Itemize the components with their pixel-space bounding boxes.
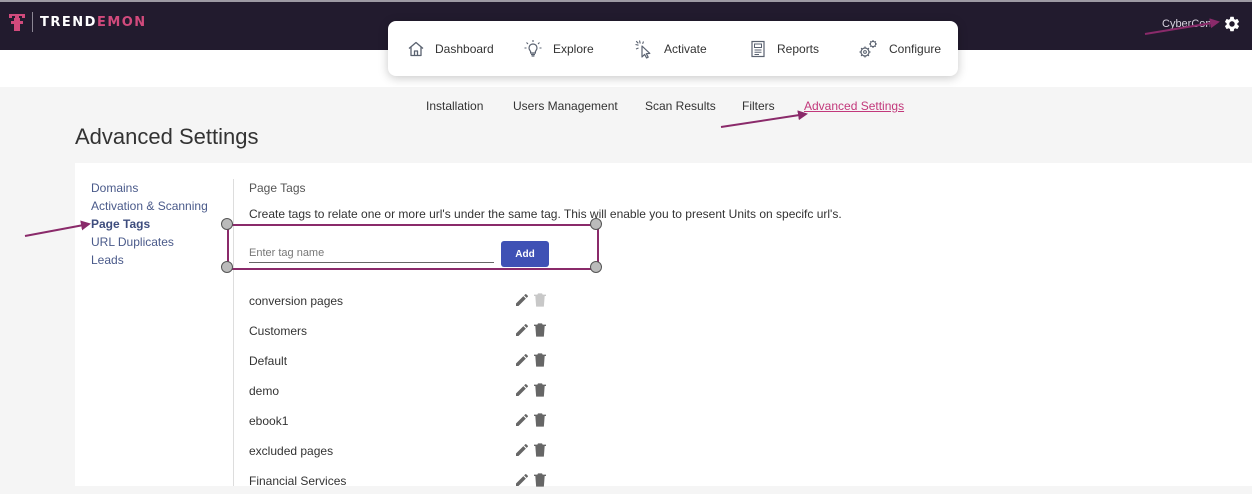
tag-row: Customers bbox=[249, 322, 569, 344]
edit-pencil-icon[interactable] bbox=[514, 412, 530, 428]
nav-label: Activate bbox=[664, 41, 707, 56]
lightbulb-icon bbox=[524, 39, 542, 57]
edit-pencil-icon[interactable] bbox=[514, 292, 530, 308]
subnav-scan-results[interactable]: Scan Results bbox=[645, 99, 716, 113]
delete-trash-icon[interactable] bbox=[533, 412, 547, 428]
subnav-advanced-settings[interactable]: Advanced Settings bbox=[804, 99, 904, 113]
subnav-filters[interactable]: Filters bbox=[742, 99, 775, 113]
gears-icon bbox=[859, 39, 877, 57]
top-edge bbox=[0, 0, 1252, 2]
sidebar-item-leads[interactable]: Leads bbox=[91, 253, 124, 267]
sidebar-item-url-duplicates[interactable]: URL Duplicates bbox=[91, 235, 174, 249]
tag-name: demo bbox=[249, 384, 280, 398]
tag-name: conversion pages bbox=[249, 294, 344, 308]
delete-trash-icon[interactable] bbox=[533, 382, 547, 398]
arrow-to-advanced-settings bbox=[720, 110, 808, 128]
sidebar-item-activation-scanning[interactable]: Activation & Scanning bbox=[91, 199, 208, 213]
brand-wordmark: TRENDEMON bbox=[40, 14, 147, 30]
nav-label: Explore bbox=[553, 41, 594, 56]
annotation-handle bbox=[221, 218, 233, 230]
tag-name: ebook1 bbox=[249, 414, 289, 428]
delete-trash-icon[interactable] bbox=[533, 322, 547, 338]
subnav-installation[interactable]: Installation bbox=[426, 99, 483, 113]
delete-trash-icon[interactable] bbox=[533, 292, 547, 308]
tag-row: Financial Services bbox=[249, 473, 569, 494]
home-icon bbox=[408, 41, 424, 56]
logo-separator bbox=[32, 12, 33, 32]
tag-row: demo bbox=[249, 382, 569, 404]
nav-label: Dashboard bbox=[435, 41, 494, 56]
brand-logo[interactable]: TRENDEMON bbox=[8, 12, 147, 32]
nav-dashboard[interactable]: Dashboard bbox=[407, 21, 494, 76]
sidebar-item-page-tags[interactable]: Page Tags bbox=[91, 217, 150, 231]
annotation-highlight-box bbox=[227, 224, 599, 270]
annotation-handle bbox=[590, 261, 602, 273]
nav-label: Configure bbox=[889, 41, 942, 56]
trendemon-logo-icon bbox=[9, 14, 25, 31]
edit-pencil-icon[interactable] bbox=[514, 322, 530, 338]
tag-name: Customers bbox=[249, 324, 308, 338]
delete-trash-icon[interactable] bbox=[533, 352, 547, 368]
sidebar-item-domains[interactable]: Domains bbox=[91, 181, 138, 195]
edit-pencil-icon[interactable] bbox=[514, 442, 530, 458]
nav-reports[interactable]: Reports bbox=[749, 21, 819, 76]
report-doc-icon bbox=[751, 40, 765, 57]
annotation-handle bbox=[221, 261, 233, 273]
section-title: Page Tags bbox=[249, 181, 306, 195]
nav-explore[interactable]: Explore bbox=[523, 21, 594, 76]
tag-name: excluded pages bbox=[249, 444, 334, 458]
subnav-users-management[interactable]: Users Management bbox=[513, 99, 618, 113]
delete-trash-icon[interactable] bbox=[533, 442, 547, 458]
edit-pencil-icon[interactable] bbox=[514, 352, 530, 368]
tag-row: Default bbox=[249, 352, 569, 374]
nav-configure[interactable]: Configure bbox=[857, 21, 941, 76]
nav-activate[interactable]: Activate bbox=[634, 21, 707, 76]
tag-row: conversion pages bbox=[249, 292, 569, 314]
settings-gear-icon[interactable] bbox=[1223, 15, 1241, 33]
page-title: Advanced Settings bbox=[75, 124, 259, 149]
tag-row: excluded pages bbox=[249, 442, 569, 464]
tag-name: Default bbox=[249, 354, 288, 368]
main-nav: Dashboard Explore Activate Reports Confi… bbox=[388, 21, 958, 76]
section-description: Create tags to relate one or more url's … bbox=[249, 207, 842, 221]
click-cursor-icon bbox=[635, 39, 651, 59]
tag-row: ebook1 bbox=[249, 412, 569, 434]
user-name[interactable]: CyberCon bbox=[1162, 18, 1210, 30]
annotation-handle bbox=[590, 218, 602, 230]
edit-pencil-icon[interactable] bbox=[514, 382, 530, 398]
nav-label: Reports bbox=[777, 41, 820, 56]
